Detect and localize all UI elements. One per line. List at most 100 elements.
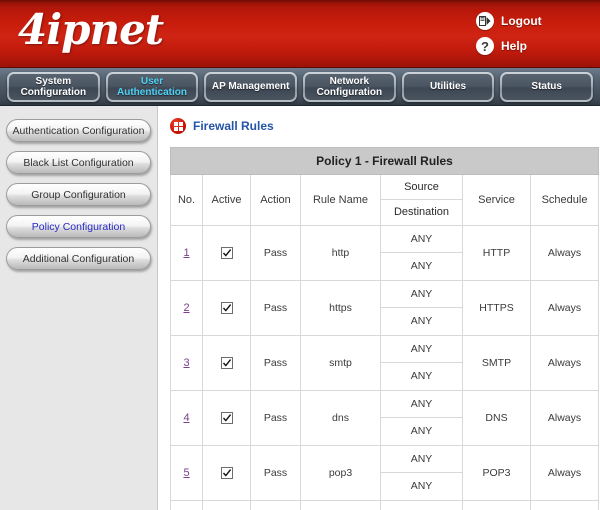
rule-source: ANY xyxy=(381,446,462,473)
sidebar-item-additional-configuration[interactable]: Additional Configuration xyxy=(6,247,151,270)
sidebar-item-authentication-configuration[interactable]: Authentication Configuration xyxy=(6,119,151,142)
rule-service-cell: DNS xyxy=(462,390,531,446)
header-action: Action xyxy=(250,174,301,226)
header-schedule: Schedule xyxy=(529,174,600,226)
table-row: 4 Pass dns ANY ANY DNS Always xyxy=(170,390,600,446)
tab-label: Status xyxy=(531,81,562,92)
page-header: 4ipnet Logout ? Help xyxy=(0,0,600,68)
table-row: 3 Pass smtp ANY ANY SMTP Always xyxy=(170,335,600,391)
table-caption: Policy 1 - Firewall Rules xyxy=(169,147,600,175)
rule-number-link[interactable]: 3 xyxy=(183,357,189,369)
page-header-row: Firewall Rules xyxy=(170,116,590,136)
rule-destination: ANY xyxy=(410,315,433,327)
rule-active-cell xyxy=(202,390,251,446)
table-row: 2 Pass https ANY ANY HTTPS Always xyxy=(170,280,600,336)
tab-label: User Authentication xyxy=(117,75,187,98)
rule-source-destination-cell: ANY ANY xyxy=(380,390,463,446)
tab-label: Utilities xyxy=(429,81,467,92)
table-header-row: No. Active Action Rule Name Source Desti… xyxy=(170,174,600,226)
active-checkbox[interactable] xyxy=(220,357,233,370)
table-row-partial xyxy=(170,500,600,510)
rule-active-cell xyxy=(202,225,251,281)
rule-active-cell xyxy=(202,280,251,336)
active-checkbox[interactable] xyxy=(220,302,233,315)
sidebar-item-label: Group Configuration xyxy=(31,188,126,201)
sidebar: Authentication Configuration Black List … xyxy=(0,106,158,510)
rule-service-cell: SMTP xyxy=(462,335,531,391)
sidebar-item-label: Black List Configuration xyxy=(23,156,134,169)
rule-destination: ANY xyxy=(410,260,433,272)
header-source-destination: Source Destination xyxy=(380,174,463,226)
help-label: Help xyxy=(501,39,528,53)
logout-label: Logout xyxy=(501,14,542,28)
rule-destination: ANY xyxy=(410,370,433,382)
table-row: 5 Pass pop3 ANY ANY POP3 Always xyxy=(170,445,600,501)
rule-number-cell: 3 xyxy=(170,335,203,391)
rule-name-cell: dns xyxy=(300,390,381,446)
rule-schedule-cell: Always xyxy=(529,225,600,281)
rule-destination: ANY xyxy=(410,425,433,437)
sidebar-item-black-list-configuration[interactable]: Black List Configuration xyxy=(6,151,151,174)
rule-source: ANY xyxy=(381,391,462,418)
rule-active-cell xyxy=(202,500,251,510)
rule-number-cell: 1 xyxy=(170,225,203,281)
rule-source-destination-cell: ANY ANY xyxy=(380,225,463,281)
rule-source-destination-cell: ANY ANY xyxy=(380,335,463,391)
rule-number-link[interactable]: 2 xyxy=(183,302,189,314)
rule-name-cell xyxy=(300,500,381,510)
rule-name-cell: http xyxy=(300,225,381,281)
help-button[interactable]: ? Help xyxy=(476,35,586,57)
tab-system-configuration[interactable]: System Configuration xyxy=(7,71,100,102)
rule-schedule-cell: Always xyxy=(529,280,600,336)
tab-label: Network Configuration xyxy=(316,75,383,98)
logout-button[interactable]: Logout xyxy=(476,10,586,32)
header-links: Logout ? Help xyxy=(476,10,586,60)
rule-number-cell: 2 xyxy=(170,280,203,336)
rule-schedule-cell: Always xyxy=(529,335,600,391)
active-checkbox[interactable] xyxy=(220,412,233,425)
rule-source-destination-cell xyxy=(380,500,463,510)
tab-user-authentication[interactable]: User Authentication xyxy=(105,71,199,102)
active-checkbox[interactable] xyxy=(220,247,233,260)
sidebar-item-label: Authentication Configuration xyxy=(12,124,145,137)
tab-label: AP Management xyxy=(211,81,290,92)
main-panel: Firewall Rules Policy 1 - Firewall Rules xyxy=(158,106,600,510)
header-active: Active xyxy=(202,174,251,226)
rule-action-cell: Pass xyxy=(250,445,301,501)
rule-number-cell: 4 xyxy=(170,390,203,446)
sidebar-item-policy-configuration[interactable]: Policy Configuration xyxy=(6,215,151,238)
header-rule-name: Rule Name xyxy=(300,174,381,226)
main-navigation: System Configuration User Authentication… xyxy=(0,68,600,106)
table-caption-row: Policy 1 - Firewall Rules xyxy=(169,147,600,175)
grid-icon xyxy=(170,118,186,134)
app-window: 4ipnet Logout ? Help System Configuratio… xyxy=(0,0,600,510)
active-checkbox[interactable] xyxy=(220,467,233,480)
rule-number-cell: 5 xyxy=(170,445,203,501)
rule-name-cell: pop3 xyxy=(300,445,381,501)
tab-label: System Configuration xyxy=(20,75,87,98)
tab-status[interactable]: Status xyxy=(500,71,594,102)
rule-action-cell: Pass xyxy=(250,390,301,446)
rule-source: ANY xyxy=(381,281,462,308)
rule-name-cell: https xyxy=(300,280,381,336)
tab-ap-management[interactable]: AP Management xyxy=(204,71,298,102)
rule-service-cell xyxy=(462,500,531,510)
rule-number-link[interactable]: 4 xyxy=(183,412,189,424)
rule-source xyxy=(381,501,462,510)
sidebar-item-group-configuration[interactable]: Group Configuration xyxy=(6,183,151,206)
rule-schedule-cell: Always xyxy=(529,445,600,501)
header-no: No. xyxy=(170,174,203,226)
rule-number-cell xyxy=(170,500,203,510)
rule-action-cell: Pass xyxy=(250,225,301,281)
rule-source-destination-cell: ANY ANY xyxy=(380,445,463,501)
header-destination: Destination xyxy=(393,206,450,218)
help-icon: ? xyxy=(476,37,494,55)
rule-service-cell: HTTP xyxy=(462,225,531,281)
rule-source-destination-cell: ANY ANY xyxy=(380,280,463,336)
tab-network-configuration[interactable]: Network Configuration xyxy=(303,71,396,102)
rule-number-link[interactable]: 1 xyxy=(183,247,189,259)
rule-active-cell xyxy=(202,335,251,391)
tab-utilities[interactable]: Utilities xyxy=(401,71,495,102)
rule-service-cell: POP3 xyxy=(462,445,531,501)
rule-number-link[interactable]: 5 xyxy=(183,467,189,479)
